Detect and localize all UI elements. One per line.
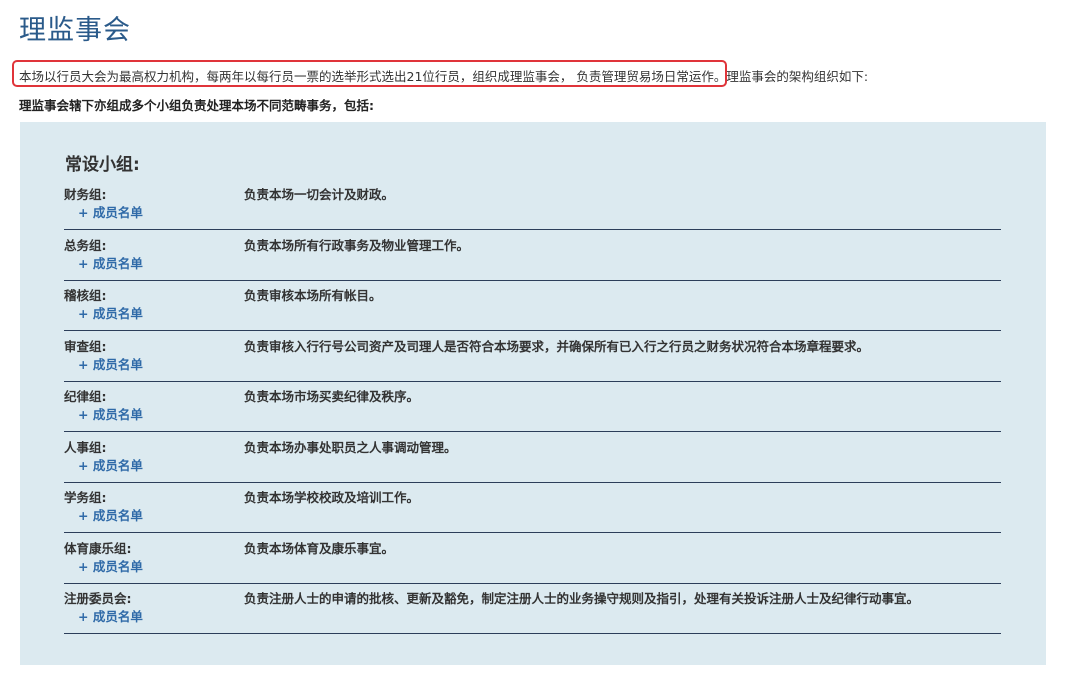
members-link[interactable]: + 成员名单: [78, 505, 143, 524]
group-description: 负责本场体育及康乐事宜。: [244, 540, 395, 556]
page-title: 理监事会: [19, 15, 131, 46]
group-row: 总务组: + 成员名单 负责本场所有行政事务及物业管理工作。: [64, 231, 1001, 281]
subheading: 理监事会辖下亦组成多个小组负责处理本场不同范畴事务，包括:: [19, 98, 375, 113]
group-name: 财务组:: [64, 187, 107, 202]
group-description: 负责本场市场买卖纪律及秩序。: [244, 389, 420, 404]
members-link[interactable]: + 成员名单: [78, 404, 143, 423]
intro-paragraph: 本场以行员大会为最高权力机构，每两年以每行员一票的选举形式选出21位行员，组织成…: [19, 66, 868, 85]
group-row: 审查组: + 成员名单 负责审核入行行号公司资产及司理人是否符合本场要求，并确保…: [64, 332, 1001, 382]
group-name: 体育康乐组:: [64, 540, 132, 556]
panel-title: 常设小组:: [65, 155, 140, 175]
group-description: 负责本场一切会计及财政。: [244, 187, 395, 202]
group-name: 审查组:: [64, 338, 107, 354]
group-row: 纪律组: + 成员名单 负责本场市场买卖纪律及秩序。: [64, 382, 1001, 432]
members-link[interactable]: + 成员名单: [78, 455, 143, 474]
group-row: 财务组: + 成员名单 负责本场一切会计及财政。: [64, 180, 1001, 230]
group-name: 总务组:: [64, 237, 107, 253]
intro-rest-text: 理监事会的架构组织如下:: [726, 69, 869, 84]
members-link[interactable]: + 成员名单: [78, 202, 143, 221]
group-name: 注册委员会:: [64, 591, 132, 606]
members-link[interactable]: + 成员名单: [78, 606, 143, 625]
group-description: 负责注册人士的申请的批核、更新及豁免，制定注册人士的业务操守规则及指引，处理有关…: [244, 591, 920, 606]
group-row: 人事组: + 成员名单 负责本场办事处职员之人事调动管理。: [64, 433, 1001, 483]
members-link[interactable]: + 成员名单: [78, 556, 143, 575]
committee-panel: 常设小组: 财务组: + 成员名单 负责本场一切会计及财政。 总务组: + 成员…: [20, 122, 1046, 665]
group-name: 学务组:: [64, 490, 107, 505]
group-description: 负责审核本场所有帐目。: [244, 288, 382, 303]
group-name: 纪律组:: [64, 389, 107, 404]
group-description: 负责本场办事处职员之人事调动管理。: [244, 439, 457, 455]
group-row: 稽核组: + 成员名单 负责审核本场所有帐目。: [64, 281, 1001, 331]
group-row: 注册委员会: + 成员名单 负责注册人士的申请的批核、更新及豁免，制定注册人士的…: [64, 584, 1001, 634]
group-description: 负责本场所有行政事务及物业管理工作。: [244, 237, 470, 253]
group-list: 财务组: + 成员名单 负责本场一切会计及财政。 总务组: + 成员名单 负责本…: [64, 180, 1001, 634]
members-link[interactable]: + 成员名单: [78, 303, 143, 322]
members-link[interactable]: + 成员名单: [78, 253, 143, 272]
members-link[interactable]: + 成员名单: [78, 354, 143, 373]
group-description: 负责本场学校校政及培训工作。: [244, 490, 420, 505]
group-description: 负责审核入行行号公司资产及司理人是否符合本场要求，并确保所有已入行之行员之财务状…: [244, 338, 870, 354]
intro-highlighted-text: 本场以行员大会为最高权力机构，每两年以每行员一票的选举形式选出21位行员，组织成…: [19, 69, 727, 84]
group-row: 学务组: + 成员名单 负责本场学校校政及培训工作。: [64, 483, 1001, 533]
group-name: 人事组:: [64, 439, 107, 455]
group-row: 体育康乐组: + 成员名单 负责本场体育及康乐事宜。: [64, 534, 1001, 584]
group-name: 稽核组:: [64, 288, 107, 303]
